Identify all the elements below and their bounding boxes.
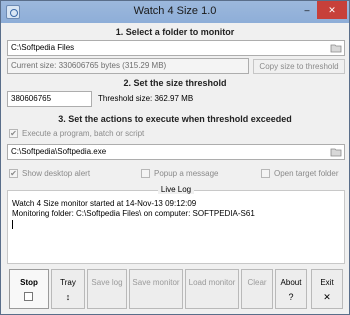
program-path-input[interactable]: C:\Softpedia\Softpedia.exe xyxy=(7,144,345,160)
save-log-button[interactable]: Save log xyxy=(87,269,127,309)
close-button[interactable]: ✕ xyxy=(317,1,347,19)
threshold-input-value: 380606765 xyxy=(11,94,52,103)
exit-label: Exit xyxy=(320,278,334,287)
stop-button[interactable]: Stop xyxy=(9,269,49,309)
close-icon: ✕ xyxy=(323,292,331,302)
threshold-input[interactable]: 380606765 xyxy=(7,91,92,107)
save-log-label: Save log xyxy=(91,278,123,287)
save-monitor-label: Save monitor xyxy=(132,278,180,287)
current-size-field: Current size: 330606765 bytes (315.29 MB… xyxy=(7,58,249,74)
exit-button[interactable]: Exit ✕ xyxy=(311,269,343,309)
tray-icon: ↕ xyxy=(65,292,71,302)
section-1-title: 1. Select a folder to monitor xyxy=(115,27,235,37)
show-desktop-alert-label: Show desktop alert xyxy=(22,169,91,178)
load-monitor-button[interactable]: Load monitor xyxy=(185,269,239,309)
load-monitor-label: Load monitor xyxy=(188,278,236,287)
tray-label: Tray xyxy=(60,278,76,287)
tray-button[interactable]: Tray ↕ xyxy=(51,269,85,309)
execute-program-checkbox[interactable]: ✔ xyxy=(9,129,18,138)
clear-label: Clear xyxy=(247,278,267,287)
section-2-title: 2. Set the size threshold xyxy=(123,78,227,88)
about-button[interactable]: About ? xyxy=(275,269,307,309)
folder-input[interactable]: C:\Softpedia Files xyxy=(7,40,345,56)
folder-input-value: C:\Softpedia Files xyxy=(11,43,75,52)
popup-message-label: Popup a message xyxy=(154,169,219,178)
program-path-value: C:\Softpedia\Softpedia.exe xyxy=(11,147,107,156)
live-log-title: Live Log xyxy=(8,185,344,194)
open-target-folder-label: Open target folder xyxy=(274,169,339,178)
popup-message-checkbox[interactable] xyxy=(141,169,150,178)
title-bar: Watch 4 Size 1.0 ‒ ✕ xyxy=(1,1,349,23)
execute-program-label: Execute a program, batch or script xyxy=(22,129,145,138)
section-3-title: 3. Set the actions to execute when thres… xyxy=(58,114,292,124)
copy-size-to-threshold-button[interactable]: Copy size to threshold xyxy=(253,59,345,74)
stop-label: Stop xyxy=(20,278,38,287)
browse-folder-icon[interactable] xyxy=(330,43,342,53)
stop-icon xyxy=(24,292,33,301)
minimize-button[interactable]: ‒ xyxy=(297,1,317,19)
live-log-text: Watch 4 Size monitor started at 14-Nov-1… xyxy=(12,199,255,218)
threshold-size-label: Threshold size: 362.97 MB xyxy=(98,94,194,103)
browse-program-icon[interactable] xyxy=(330,147,342,157)
live-log-panel[interactable]: Live Log Watch 4 Size monitor started at… xyxy=(7,185,345,264)
save-monitor-button[interactable]: Save monitor xyxy=(129,269,183,309)
clear-button[interactable]: Clear xyxy=(241,269,273,309)
question-mark-icon: ? xyxy=(288,292,294,302)
app-window: Watch 4 Size 1.0 ‒ ✕ 1. Select a folder … xyxy=(0,0,350,315)
current-size-value: Current size: 330606765 bytes (315.29 MB… xyxy=(11,61,167,70)
about-label: About xyxy=(280,278,302,287)
text-caret xyxy=(12,220,13,229)
show-desktop-alert-checkbox[interactable]: ✔ xyxy=(9,169,18,178)
open-target-folder-checkbox[interactable] xyxy=(261,169,270,178)
